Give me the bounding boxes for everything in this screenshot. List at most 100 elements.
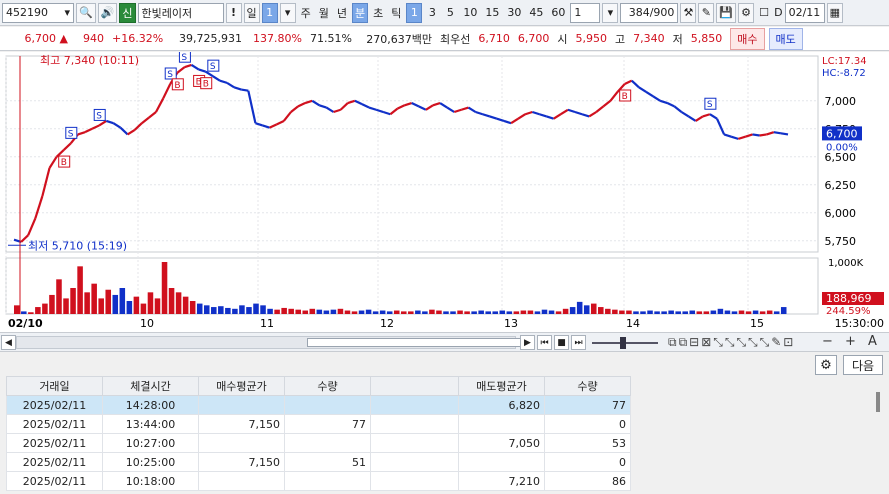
period-year[interactable]: 년 xyxy=(334,3,350,23)
volume-bar xyxy=(696,311,703,314)
volume-bar xyxy=(154,298,161,314)
table-row[interactable]: 2025/02/11 14:28:00 6,820 77 xyxy=(6,395,631,415)
interval-3[interactable]: 3 xyxy=(424,3,440,23)
table-scroll-thumb[interactable] xyxy=(876,392,880,412)
volume-bar xyxy=(506,311,513,314)
period-week[interactable]: 주 xyxy=(298,3,314,23)
speaker-icon[interactable]: 🔊 xyxy=(97,2,118,23)
table-row[interactable]: 2025/02/11 10:25:00 7,150 51 0 xyxy=(6,452,631,472)
period-second[interactable]: 초 xyxy=(370,3,386,23)
interval-1[interactable]: 1 xyxy=(406,2,423,23)
interval-input[interactable]: 1 xyxy=(570,2,601,23)
buy-button[interactable]: 매수 xyxy=(730,27,765,50)
volume-bar xyxy=(189,301,196,314)
price-segment xyxy=(226,81,235,89)
draw-icon[interactable]: ✎ xyxy=(698,2,715,23)
interval-10[interactable]: 10 xyxy=(460,3,480,23)
table-row[interactable]: 2025/02/11 10:27:00 7,050 53 xyxy=(6,433,631,453)
col-blank xyxy=(370,376,459,396)
tools-icon[interactable]: ⚒ xyxy=(680,2,697,23)
volume-bar xyxy=(464,311,470,314)
search-icon[interactable]: 🔍 xyxy=(76,2,96,23)
calendar-icon[interactable]: ▦ xyxy=(826,2,843,23)
interval-30[interactable]: 30 xyxy=(504,3,524,23)
chart-scrollbar[interactable]: ◀ ▶ ⏮ ■ ⏭ ⧉⧉⊟⊠⤡⤡⤡⤡⤡✎⊡ − + A xyxy=(0,332,889,352)
stock-code-input[interactable]: 452190 ▾ xyxy=(2,2,74,23)
price-segment xyxy=(581,113,590,118)
date-checkbox[interactable]: ☐ xyxy=(756,3,772,23)
price-segment xyxy=(567,108,576,114)
trade-marker-label: S xyxy=(181,53,187,63)
volume-bar xyxy=(379,310,386,314)
period-month[interactable]: 월 xyxy=(316,3,332,23)
table-row[interactable]: 2025/02/11 13:44:00 7,150 77 0 xyxy=(6,414,631,434)
stop-icon[interactable]: ■ xyxy=(554,335,569,350)
period-minute[interactable]: 분 xyxy=(352,2,369,23)
volume-bar xyxy=(492,311,499,314)
table-cell xyxy=(198,471,285,491)
next-button[interactable]: 다음 xyxy=(843,355,883,375)
gear-icon[interactable]: ⚙ xyxy=(738,2,755,23)
chevron-down-icon[interactable]: ▾ xyxy=(64,6,70,19)
zoom-slider-handle[interactable] xyxy=(620,337,626,349)
skip-forward-icon[interactable]: ⏭ xyxy=(571,335,586,350)
trade-marker-label: S xyxy=(210,62,216,72)
col-exec-time: 체결시간 xyxy=(102,376,199,396)
volume-bar xyxy=(98,298,104,314)
price-segment xyxy=(34,195,44,219)
price-segment xyxy=(489,115,498,120)
high-price: 7,340 xyxy=(633,32,665,45)
table-settings-icon[interactable]: ⚙ xyxy=(815,355,837,375)
table-cell: 51 xyxy=(284,452,371,472)
sell-button[interactable]: 매도 xyxy=(768,27,803,50)
col-sell-avg: 매도평균가 xyxy=(458,376,545,396)
scroll-right-icon[interactable]: ▶ xyxy=(520,335,535,350)
save-icon[interactable]: 💾 xyxy=(716,2,737,23)
table-vertical-scrollbar[interactable] xyxy=(873,390,883,490)
volume-bar xyxy=(745,311,752,314)
interval-45[interactable]: 45 xyxy=(526,3,546,23)
y-tick-label: 5,750 xyxy=(825,235,857,248)
count-input[interactable]: 384/900 xyxy=(620,2,679,23)
interval-15[interactable]: 15 xyxy=(482,3,502,23)
draw-tools-icon[interactable]: ⧉⧉⊟⊠⤡⤡⤡⤡⤡✎⊡ xyxy=(668,335,795,350)
period-day-button[interactable]: 일 xyxy=(243,2,260,23)
period-value[interactable]: 1 xyxy=(261,2,278,23)
volume-bar xyxy=(583,305,590,314)
volume-bar xyxy=(218,306,224,314)
trade-marker-label: B xyxy=(622,92,628,102)
period-dropdown-icon[interactable]: ▾ xyxy=(279,2,296,23)
interval-60[interactable]: 60 xyxy=(548,3,568,23)
price-segment xyxy=(411,102,420,108)
volume-bar xyxy=(126,301,133,314)
price-chart[interactable]: 7,0006,7506,5006,2506,0005,75002/1010111… xyxy=(0,50,889,332)
volume-bar xyxy=(485,311,491,314)
interval-dropdown-icon[interactable]: ▾ xyxy=(602,2,619,23)
price-segment xyxy=(595,105,605,113)
period-tick[interactable]: 틱 xyxy=(388,3,404,23)
low-annotation: 최저 5,710 (15:19) xyxy=(28,239,127,252)
volume-bar xyxy=(182,296,189,314)
zoom-controls-icon[interactable]: − + A xyxy=(822,334,881,349)
stock-name[interactable]: 한빛레이저 xyxy=(137,2,224,23)
warning-button[interactable]: ! xyxy=(225,2,242,23)
table-row[interactable]: 2025/02/11 10:18:00 7,210 86 xyxy=(6,471,631,491)
volume-pct-label: 244.59% xyxy=(826,306,871,317)
price-segment xyxy=(127,128,136,136)
price-segment xyxy=(41,167,51,197)
date-input[interactable]: 02/11 xyxy=(784,2,825,23)
interval-5[interactable]: 5 xyxy=(442,3,458,23)
scroll-left-icon[interactable]: ◀ xyxy=(1,335,16,350)
volume-bar xyxy=(513,311,520,314)
scroll-thumb[interactable] xyxy=(307,338,533,347)
trade-marker-label: B xyxy=(203,80,209,90)
x-tick-label: 10 xyxy=(140,317,154,330)
volume-bar xyxy=(633,311,639,314)
scroll-track[interactable] xyxy=(16,336,533,349)
price-segment xyxy=(354,99,363,106)
skip-back-icon[interactable]: ⏮ xyxy=(537,335,552,350)
volume-bar xyxy=(253,303,259,314)
count-total: /900 xyxy=(649,6,675,19)
price-segment xyxy=(482,113,491,118)
chart-canvas[interactable]: 7,0006,7506,5006,2506,0005,75002/1010111… xyxy=(0,50,889,332)
